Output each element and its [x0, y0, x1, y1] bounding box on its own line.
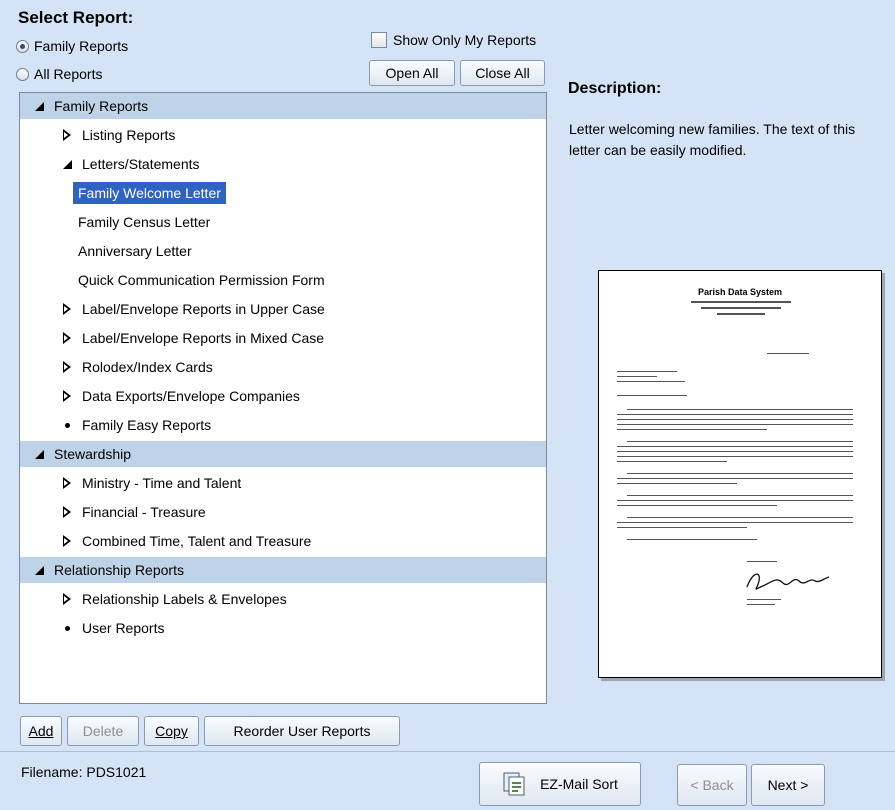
next-button-label: Next >	[767, 777, 809, 793]
tree-item-label: Data Exports/Envelope Companies	[82, 388, 300, 404]
expanded-triangle-icon[interactable]	[32, 101, 46, 111]
tree-item-label: Listing Reports	[82, 127, 176, 143]
tree-item-label: Quick Communication Permission Form	[78, 272, 325, 288]
preview-heading: Parish Data System	[697, 287, 783, 297]
collapsed-triangle-icon[interactable]	[60, 593, 74, 605]
tree-item[interactable]: Label/Envelope Reports in Mixed Case	[20, 325, 546, 351]
collapsed-triangle-icon[interactable]	[60, 129, 74, 141]
close-all-button[interactable]: Close All	[460, 60, 545, 86]
tree-item-label: Rolodex/Index Cards	[82, 359, 213, 375]
tree-item[interactable]: Rolodex/Index Cards	[20, 354, 546, 380]
tree-item-label: User Reports	[82, 620, 165, 636]
family-reports-radio-label: Family Reports	[34, 38, 129, 54]
next-button[interactable]: Next >	[751, 764, 825, 806]
delete-button-label: Delete	[82, 723, 124, 739]
description-text: Letter welcoming new families. The text …	[569, 121, 856, 158]
tree-item[interactable]: Combined Time, Talent and Treasure	[20, 528, 546, 554]
copy-button[interactable]: Copy	[144, 716, 199, 746]
tree-item[interactable]: Label/Envelope Reports in Upper Case	[20, 296, 546, 322]
tree-item[interactable]: Quick Communication Permission Form	[20, 267, 546, 293]
tree-item-label: Stewardship	[54, 446, 132, 462]
tree-group-header[interactable]: Stewardship	[20, 441, 546, 467]
collapsed-triangle-icon[interactable]	[60, 332, 74, 344]
tree-item[interactable]: Family Welcome Letter	[20, 180, 546, 206]
tree-item[interactable]: Family Easy Reports	[20, 412, 546, 438]
tree-item[interactable]: Letters/Statements	[20, 151, 546, 177]
checkbox-icon	[371, 32, 387, 48]
show-only-my-reports-checkbox[interactable]: Show Only My Reports	[371, 32, 536, 48]
report-tree[interactable]: Family Reports Listing Reports Letters/Sta…	[19, 92, 547, 704]
tree-item-label: Relationship Reports	[54, 562, 184, 578]
collapsed-triangle-icon[interactable]	[60, 390, 74, 402]
tree-item[interactable]: Family Census Letter	[20, 209, 546, 235]
all-reports-radio-label: All Reports	[34, 66, 103, 82]
collapsed-triangle-icon[interactable]	[60, 506, 74, 518]
tree-item-label: Family Census Letter	[78, 214, 211, 230]
family-reports-radio[interactable]: Family Reports	[16, 38, 128, 54]
tree-item[interactable]: Financial - Treasure	[20, 499, 546, 525]
ez-mail-sort-label: EZ-Mail Sort	[540, 776, 618, 792]
bullet-icon	[60, 625, 74, 631]
collapsed-triangle-icon[interactable]	[60, 477, 74, 489]
footer-divider	[0, 751, 895, 752]
tree-item-label: Combined Time, Talent and Treasure	[82, 533, 312, 549]
tree-item-label: Letters/Statements	[82, 156, 200, 172]
tree-item[interactable]: Anniversary Letter	[20, 238, 546, 264]
tree-item-label: Relationship Labels & Envelopes	[82, 591, 287, 607]
filename-label: Filename: PDS1021	[21, 764, 147, 780]
bullet-icon	[60, 422, 74, 428]
back-button: < Back	[677, 764, 747, 806]
tree-item-label: Family Welcome Letter	[73, 182, 226, 204]
mail-sort-icon	[503, 772, 525, 796]
radio-selected-icon	[16, 39, 29, 53]
signature-icon	[746, 573, 830, 590]
tree-item[interactable]: User Reports	[20, 615, 546, 641]
open-all-button[interactable]: Open All	[369, 60, 455, 86]
add-button[interactable]: Add	[20, 716, 62, 746]
collapsed-triangle-icon[interactable]	[60, 303, 74, 315]
tree-item-label: Family Easy Reports	[82, 417, 212, 433]
tree-item[interactable]: Relationship Labels & Envelopes	[20, 586, 546, 612]
tree-item-label: Label/Envelope Reports in Mixed Case	[82, 330, 325, 346]
expanded-triangle-icon[interactable]	[32, 565, 46, 575]
add-button-label: Add	[28, 723, 54, 739]
tree-group-header[interactable]: Relationship Reports	[20, 557, 546, 583]
collapsed-triangle-icon[interactable]	[60, 535, 74, 547]
tree-item-label: Label/Envelope Reports in Upper Case	[82, 301, 325, 317]
all-reports-radio[interactable]: All Reports	[16, 66, 102, 82]
tree-item-label: Financial - Treasure	[82, 504, 206, 520]
tree-item-label: Anniversary Letter	[78, 243, 192, 259]
ez-mail-sort-button[interactable]: EZ-Mail Sort	[479, 762, 641, 806]
back-button-label: < Back	[690, 777, 734, 793]
tree-item-label: Family Reports	[54, 98, 149, 114]
tree-item[interactable]: Ministry - Time and Talent	[20, 470, 546, 496]
tree-group-header[interactable]: Family Reports	[20, 93, 546, 119]
tree-item[interactable]: Listing Reports	[20, 122, 546, 148]
copy-button-label: Copy	[155, 723, 188, 739]
radio-unselected-icon	[16, 67, 29, 81]
delete-button: Delete	[67, 716, 139, 746]
report-preview-thumbnail: Parish Data System	[598, 270, 882, 678]
show-only-my-reports-label: Show Only My Reports	[393, 32, 537, 48]
expanded-triangle-icon[interactable]	[32, 449, 46, 459]
reorder-user-reports-button[interactable]: Reorder User Reports	[204, 716, 400, 746]
tree-item[interactable]: Data Exports/Envelope Companies	[20, 383, 546, 409]
reorder-button-label: Reorder User Reports	[233, 723, 371, 739]
collapsed-triangle-icon[interactable]	[60, 361, 74, 373]
expanded-triangle-icon[interactable]	[60, 159, 74, 169]
tree-item-label: Ministry - Time and Talent	[82, 475, 242, 491]
page-title: Select Report:	[18, 8, 134, 27]
description-title: Description:	[568, 80, 662, 97]
